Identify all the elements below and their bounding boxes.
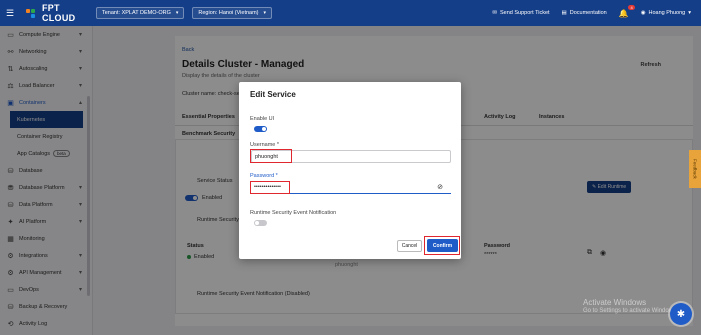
menu-icon[interactable]: ☰ xyxy=(0,8,20,19)
region-label: Region: Hanoi (Vietnam) xyxy=(198,10,259,16)
chevron-down-icon: ▾ xyxy=(263,10,267,16)
tenant-select[interactable]: Tenant: XPLAT DEMO-ORG ▾ xyxy=(96,7,185,19)
brand-text: FPT CLOUD xyxy=(41,3,76,23)
confirm-button[interactable]: Confirm xyxy=(427,239,458,252)
brand-logo[interactable]: FPT CLOUD xyxy=(26,3,96,23)
user-avatar-icon: ◉ xyxy=(640,10,646,16)
notification-label: Runtime Security Event Notification xyxy=(250,210,337,216)
documentation-link[interactable]: ▤ Documentation xyxy=(562,10,607,16)
enable-ui-label: Enable UI xyxy=(250,116,275,122)
modal-title: Edit Service xyxy=(250,90,296,99)
support-ticket-link[interactable]: ✉ Send Support Ticket xyxy=(492,10,549,16)
username-highlight xyxy=(250,149,292,163)
chevron-down-icon: ▾ xyxy=(688,10,691,16)
notification-bell[interactable]: 🔔 4 xyxy=(618,4,635,18)
notification-toggle[interactable] xyxy=(254,220,267,226)
watermark-line-2: Go to Settings to activate Windows. xyxy=(583,308,678,314)
tenant-label: Tenant: XPLAT DEMO-ORG xyxy=(102,10,171,16)
support-ticket-label: Send Support Ticket xyxy=(500,10,550,16)
password-highlight xyxy=(250,181,290,194)
cancel-button[interactable]: Cancel xyxy=(397,240,422,252)
eye-slash-icon[interactable]: ⊘ xyxy=(437,183,443,191)
document-icon: ▤ xyxy=(561,10,567,16)
password-label: Password * xyxy=(250,173,278,179)
notification-badge: 4 xyxy=(628,4,635,10)
bell-icon: 🔔 xyxy=(618,8,629,18)
user-name: Hoang Phuong xyxy=(648,10,686,16)
username-label: Username * xyxy=(250,142,280,148)
watermark-line-1: Activate Windows xyxy=(583,298,647,307)
activation-watermark: Activate Windows Go to Settings to activ… xyxy=(583,299,678,315)
top-navbar: ☰ FPT CLOUD Tenant: XPLAT DEMO-ORG ▾ Reg… xyxy=(0,0,701,26)
user-menu[interactable]: ◉ Hoang Phuong ▾ xyxy=(641,10,691,16)
chevron-down-icon: ▾ xyxy=(175,10,179,16)
edit-service-modal: Edit Service Enable UI Username * phuong… xyxy=(239,82,461,259)
chat-bot-icon: ✱ xyxy=(676,308,686,320)
chat-fab[interactable]: ✱ xyxy=(670,303,692,325)
fpt-logo-icon xyxy=(26,8,40,18)
feedback-tab[interactable]: Feedback xyxy=(689,150,701,188)
ticket-icon: ✉ xyxy=(492,10,498,16)
region-select[interactable]: Region: Hanoi (Vietnam) ▾ xyxy=(192,7,273,19)
enable-ui-toggle[interactable] xyxy=(254,126,267,132)
documentation-label: Documentation xyxy=(569,10,607,16)
